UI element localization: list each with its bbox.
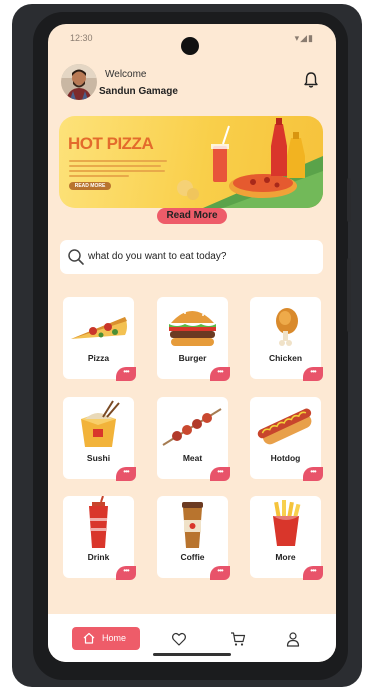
- cart-icon[interactable]: [230, 631, 246, 647]
- front-camera: [181, 37, 199, 55]
- banner-description: [69, 160, 169, 180]
- user-name: Sandun Gamage: [99, 86, 178, 97]
- card-more-button[interactable]: •••: [303, 467, 323, 481]
- category-label: Meat: [182, 453, 203, 463]
- heart-icon[interactable]: [171, 631, 187, 647]
- card-more-button[interactable]: •••: [116, 367, 136, 381]
- nav-home-label: Home: [102, 633, 127, 643]
- card-more-button[interactable]: •••: [116, 566, 136, 580]
- hotdog-icon: [257, 408, 312, 445]
- drink-icon: [89, 496, 108, 548]
- status-icons: ▾◢▮: [294, 33, 314, 43]
- category-card-chicken[interactable]: Chicken •••: [250, 297, 323, 381]
- status-time: 12:30: [70, 33, 93, 43]
- banner-food-illustration: [177, 118, 323, 208]
- category-card-burger[interactable]: Burger •••: [157, 297, 230, 381]
- card-more-button[interactable]: •••: [303, 566, 323, 580]
- volume-button: [347, 258, 351, 332]
- category-card-coffee[interactable]: Coffie •••: [157, 496, 230, 580]
- card-more-button[interactable]: •••: [116, 467, 136, 481]
- burger-icon: [169, 309, 216, 346]
- bottom-navigation: Home: [48, 614, 336, 662]
- category-card-drink[interactable]: Drink •••: [63, 496, 136, 580]
- banner-read-more-button[interactable]: READ MORE: [69, 182, 111, 190]
- category-card-sushi[interactable]: Sushi •••: [63, 397, 136, 481]
- category-label: Hotdog: [270, 453, 301, 463]
- category-card-meat[interactable]: Meat •••: [157, 397, 230, 481]
- category-label: Coffie: [180, 552, 205, 562]
- skewer-icon: [162, 408, 222, 446]
- notification-bell-icon[interactable]: [302, 71, 320, 89]
- category-label: More: [275, 552, 296, 562]
- welcome-text: Welcome: [105, 69, 147, 80]
- read-more-button[interactable]: Read More: [157, 208, 227, 224]
- avatar[interactable]: [61, 64, 97, 100]
- search-input[interactable]: what do you want to eat today?: [88, 251, 226, 262]
- pizza-icon: [71, 317, 127, 339]
- chicken-icon: [276, 308, 298, 346]
- coffee-cup-icon: [182, 502, 203, 548]
- category-label: Burger: [178, 353, 207, 363]
- category-card-pizza[interactable]: Pizza •••: [63, 297, 136, 381]
- card-more-button[interactable]: •••: [303, 367, 323, 381]
- category-label: Chicken: [268, 353, 303, 363]
- category-card-hotdog[interactable]: Hotdog •••: [250, 397, 323, 481]
- search-bar[interactable]: what do you want to eat today?: [60, 240, 323, 274]
- profile-icon[interactable]: [285, 631, 301, 647]
- home-icon: [83, 632, 95, 644]
- power-button: [347, 178, 351, 222]
- card-more-button[interactable]: •••: [210, 367, 230, 381]
- search-icon: [68, 249, 84, 265]
- banner-title: HOT PIZZA: [68, 134, 154, 153]
- fries-icon: [273, 500, 301, 546]
- category-label: Sushi: [86, 453, 111, 463]
- sushi-box-icon: [81, 400, 120, 447]
- category-card-more[interactable]: More •••: [250, 496, 323, 580]
- card-more-button[interactable]: •••: [210, 467, 230, 481]
- promo-banner[interactable]: HOT PIZZA READ MORE: [59, 116, 323, 208]
- nav-home-button[interactable]: Home: [72, 627, 140, 650]
- category-label: Pizza: [87, 353, 110, 363]
- category-label: Drink: [87, 552, 110, 562]
- app-screen: 12:30 ▾◢▮ Welcome Sandun Gamage HOT PIZZ…: [48, 24, 336, 662]
- home-indicator: [153, 653, 231, 656]
- card-more-button[interactable]: •••: [210, 566, 230, 580]
